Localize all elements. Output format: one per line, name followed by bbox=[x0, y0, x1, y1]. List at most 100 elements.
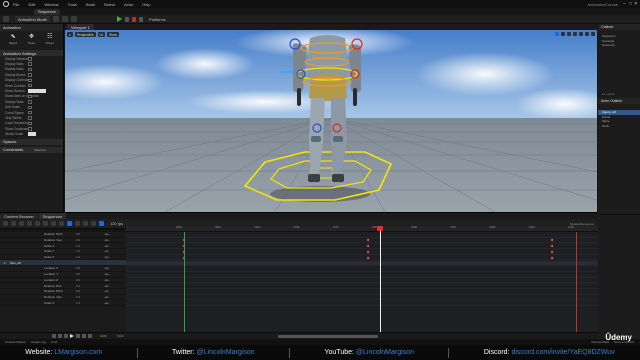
keyframe-nav-icon[interactable]: ◂◆▸ bbox=[104, 232, 109, 236]
track-value[interactable]: 0.0 bbox=[76, 232, 80, 236]
track-value[interactable]: 0.0 bbox=[76, 278, 80, 282]
snap-icon[interactable] bbox=[579, 32, 583, 36]
keyframe-nav-icon[interactable]: ◂◆▸ bbox=[104, 266, 109, 270]
track-value[interactable]: 1.0 bbox=[76, 249, 80, 253]
option-checkbox[interactable] bbox=[28, 94, 32, 99]
select-mode-icon[interactable] bbox=[67, 221, 72, 226]
keyframe-nav-icon[interactable]: ◂◆▸ bbox=[104, 289, 109, 293]
actions-icon[interactable] bbox=[27, 221, 32, 226]
snap-icon[interactable] bbox=[91, 221, 96, 226]
output-log-button[interactable]: Output Log bbox=[31, 340, 46, 344]
track-value[interactable]: 1.0 bbox=[76, 255, 80, 259]
key-options-icon[interactable] bbox=[51, 221, 56, 226]
find-asset-icon[interactable] bbox=[11, 221, 16, 226]
magnet-icon[interactable] bbox=[99, 221, 104, 226]
add-actor-icon[interactable] bbox=[52, 16, 59, 22]
lit-button[interactable]: Lit bbox=[97, 32, 105, 37]
range-start-marker[interactable] bbox=[184, 232, 185, 332]
scale-icon[interactable] bbox=[567, 32, 571, 36]
track-value[interactable]: 0.0 bbox=[76, 266, 80, 270]
keyframe-nav-icon[interactable]: ◂◆▸ bbox=[104, 301, 109, 305]
option-checkbox[interactable] bbox=[28, 83, 32, 88]
website-link[interactable]: LMargison.com bbox=[54, 349, 102, 356]
discord-link[interactable]: discord.com/invite/YaEQ8DZWuv bbox=[511, 349, 614, 356]
playhead-line[interactable] bbox=[380, 226, 381, 332]
viewport-menu-button[interactable]: ≡ bbox=[67, 32, 73, 37]
perspective-button[interactable]: Perspective bbox=[74, 32, 96, 37]
option-checkbox[interactable] bbox=[28, 100, 32, 104]
show-button[interactable]: Show bbox=[106, 32, 119, 37]
timeline-scrollbar[interactable] bbox=[278, 334, 378, 338]
twitter-link[interactable]: @LincolnMargison bbox=[197, 349, 255, 356]
level-tab[interactable]: Sequence bbox=[34, 8, 61, 15]
poses-tool-button[interactable]: ☷ Poses bbox=[44, 34, 56, 45]
close-icon[interactable]: ✕ bbox=[634, 1, 638, 7]
option-checkbox[interactable] bbox=[28, 110, 32, 115]
option-checkbox[interactable] bbox=[28, 121, 32, 126]
option-checkbox[interactable] bbox=[28, 78, 32, 83]
constraints-header[interactable]: Constraints Selected bbox=[0, 146, 63, 153]
select-tool-button[interactable]: ⬉ Select bbox=[7, 34, 19, 45]
unreal-logo-icon[interactable] bbox=[3, 1, 9, 7]
range-end-field[interactable]: 0100 bbox=[117, 334, 124, 338]
option-checkbox[interactable] bbox=[28, 116, 32, 120]
option-checkbox[interactable] bbox=[28, 57, 32, 61]
menu-actor[interactable]: Actor bbox=[124, 2, 133, 7]
menu-tools[interactable]: Tools bbox=[68, 2, 77, 7]
jump-to-end-icon[interactable] bbox=[82, 334, 86, 338]
animation-tab[interactable]: Animation bbox=[0, 24, 63, 31]
range-start-field[interactable]: 0000 bbox=[100, 334, 107, 338]
menu-edit[interactable]: Edit bbox=[28, 2, 35, 7]
track-value[interactable]: 0.0 bbox=[76, 295, 80, 299]
save-icon[interactable] bbox=[3, 16, 9, 22]
play-icon[interactable] bbox=[70, 334, 74, 338]
keyframe-nav-icon[interactable]: ◂◆▸ bbox=[104, 295, 109, 299]
pose-tool-button[interactable]: ✥ Pose bbox=[25, 34, 37, 45]
content-browser-tab[interactable]: Content Browser bbox=[0, 213, 38, 219]
option-checkbox[interactable] bbox=[28, 67, 32, 72]
play-icon[interactable] bbox=[116, 16, 122, 22]
level-viewport[interactable]: ≡ Perspective Lit Show bbox=[65, 24, 597, 212]
pause-icon[interactable] bbox=[124, 16, 129, 22]
camera-speed-icon[interactable] bbox=[585, 32, 589, 36]
viewport-scene[interactable] bbox=[65, 24, 597, 212]
content-drawer-button[interactable]: Content Drawer bbox=[5, 340, 26, 344]
render-movie-icon[interactable] bbox=[19, 221, 24, 226]
sequencer-tab[interactable]: Sequencer bbox=[38, 213, 67, 219]
option-value-field[interactable] bbox=[28, 88, 46, 93]
anim-outliner-row[interactable]: Neck bbox=[598, 124, 640, 129]
playback-options-icon[interactable] bbox=[43, 221, 48, 226]
menu-select[interactable]: Select bbox=[104, 2, 115, 7]
jump-to-start-icon[interactable] bbox=[52, 334, 56, 338]
option-checkbox[interactable] bbox=[28, 127, 32, 131]
rotate-icon[interactable] bbox=[561, 32, 565, 36]
option-checkbox[interactable] bbox=[28, 105, 32, 110]
track-row[interactable]: Scale X 1.0 ◂◆▸ bbox=[0, 300, 126, 306]
menu-help[interactable]: Help bbox=[142, 2, 150, 7]
menu-file[interactable]: File bbox=[13, 2, 19, 7]
maximize-viewport-icon[interactable] bbox=[591, 32, 595, 36]
expand-chevron-icon[interactable]: ▾ bbox=[4, 261, 6, 265]
playhead-handle[interactable] bbox=[377, 226, 383, 231]
view-options-icon[interactable] bbox=[35, 221, 40, 226]
curve-editor-icon[interactable] bbox=[59, 221, 64, 226]
option-value-field[interactable] bbox=[28, 131, 36, 136]
cmd-input[interactable]: Cmd bbox=[51, 340, 57, 344]
track-value[interactable]: 0.0 bbox=[76, 238, 80, 242]
option-checkbox[interactable] bbox=[28, 62, 32, 66]
minimize-icon[interactable]: – bbox=[623, 1, 626, 7]
timeline-area[interactable]: 0000 0010 0020 0030 0040 0050 0060 0070 0080 0090… bbox=[126, 226, 598, 332]
spaces-header[interactable]: Spaces bbox=[0, 138, 63, 145]
play-reverse-icon[interactable] bbox=[64, 334, 68, 338]
keyframe-nav-icon[interactable]: ◂◆▸ bbox=[104, 272, 109, 276]
translate-icon[interactable] bbox=[555, 32, 559, 36]
menu-build[interactable]: Build bbox=[86, 2, 95, 7]
keyframe-nav-icon[interactable]: ◂◆▸ bbox=[104, 284, 109, 288]
maximize-icon[interactable]: □ bbox=[629, 1, 632, 7]
frame-rate-dropdown[interactable]: 120 fps bbox=[110, 221, 123, 226]
track-value[interactable]: 1.0 bbox=[76, 244, 80, 248]
track-value[interactable]: 0.0 bbox=[76, 272, 80, 276]
range-end-marker[interactable] bbox=[576, 232, 577, 332]
viewport-tab[interactable]: Viewport 1 bbox=[67, 24, 94, 30]
track-value[interactable]: 1.0 bbox=[76, 301, 80, 305]
